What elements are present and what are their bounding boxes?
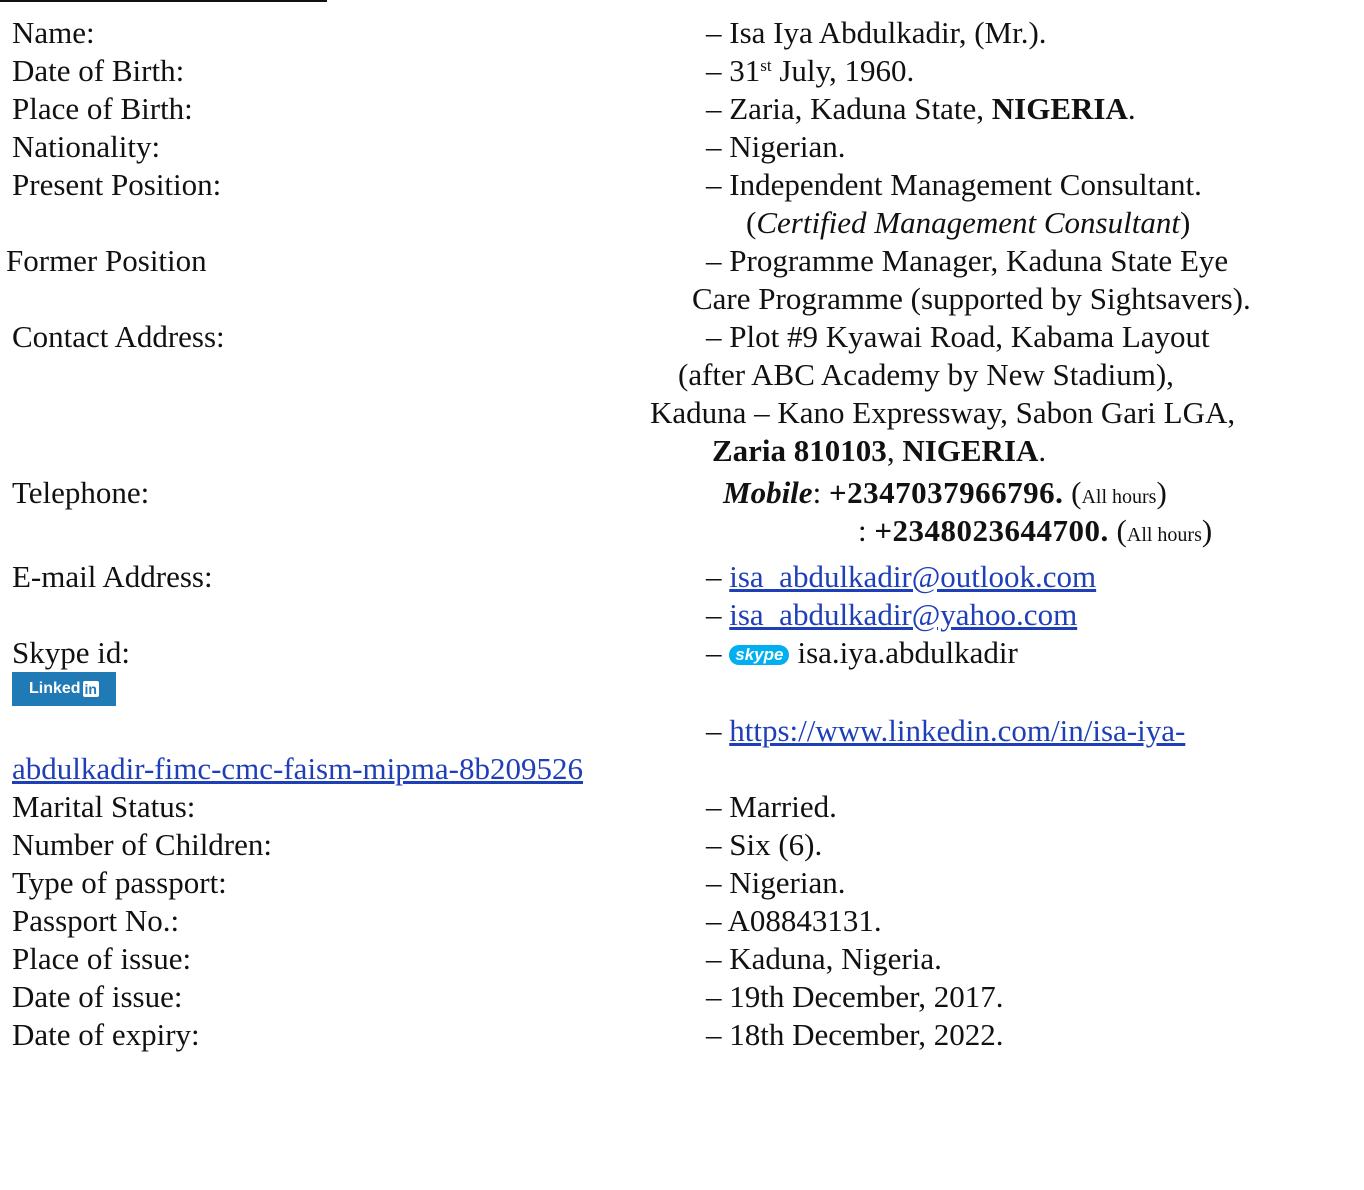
dash: – (706, 559, 722, 594)
dash: – (706, 903, 722, 938)
skype-label: Skype id: (12, 635, 130, 670)
dash: – (706, 15, 722, 50)
dob-value: – 31st July, 1960. (706, 52, 914, 89)
address-country: NIGERIA (902, 433, 1039, 468)
linkedin-in-box: in (82, 681, 99, 697)
address-line4: Zaria 810103, NIGERIA. (712, 433, 1047, 468)
name-label: Name: (12, 15, 95, 50)
issue-date-value: – 19th December, 2017. (706, 978, 1003, 1015)
dash: – (706, 1017, 722, 1052)
dash: – (706, 53, 722, 88)
linkedin-value: – https://www.linkedin.com/in/isa-iya- (706, 712, 1185, 749)
dash: – (706, 827, 722, 862)
present-position-text: Independent Management Consultant. (729, 167, 1202, 202)
issue-date-text: 19th December, 2017. (729, 979, 1004, 1014)
issue-place-value: – Kaduna, Nigeria. (706, 940, 942, 977)
dob-label: Date of Birth: (12, 53, 185, 88)
skype-id: isa.iya.abdulkadir (797, 635, 1018, 670)
pob-country: NIGERIA (991, 91, 1128, 126)
pob-text: Zaria, Kaduna State, (729, 91, 992, 126)
expiry-date-label: Date of expiry: (12, 1017, 200, 1052)
passport-type-text: Nigerian. (729, 865, 846, 900)
pob-value: – Zaria, Kaduna State, NIGERIA. (706, 91, 1136, 126)
issue-place-text: Kaduna, Nigeria. (729, 941, 942, 976)
passport-type-label: Type of passport: (12, 865, 227, 900)
dob-suffix: st (760, 56, 772, 75)
linkedin-url-part1[interactable]: https://www.linkedin.com/in/isa-iya- (729, 713, 1185, 748)
address-line2: (after ABC Academy by New Stadium), (678, 357, 1174, 392)
passport-no-text: A08843131. (727, 903, 882, 938)
skype-value: – skype isa.iya.abdulkadir (706, 634, 1018, 671)
phone-number-1: +2347037966796. (828, 475, 1064, 510)
dash: – (706, 319, 722, 354)
issue-date-label: Date of issue: (12, 979, 183, 1014)
email-link-outlook[interactable]: isa_abdulkadir@outlook.com (729, 559, 1096, 594)
name-value: – Isa Iya Abdulkadir, (Mr.). (706, 14, 1047, 51)
marital-value: – Married. (706, 788, 837, 825)
contact-address-label: Contact Address: (12, 319, 225, 354)
pob-label: Place of Birth: (12, 91, 193, 126)
dob-day: 31 (729, 53, 761, 88)
nationality-label: Nationality: (12, 129, 161, 164)
dash: – (706, 243, 722, 278)
dash: – (706, 789, 722, 824)
skype-logo-icon: skype (729, 645, 790, 665)
linkedin-url-continuation: abdulkadir-fimc-cmc-faism-mipma-8b209526 (12, 750, 583, 787)
email-value-1: – isa_abdulkadir@outlook.com (706, 558, 1096, 595)
dash: – (706, 91, 722, 126)
passport-no-value: – A08843131. (706, 902, 882, 939)
nationality-text: Nigerian. (729, 129, 846, 164)
telephone-label: Telephone: (12, 475, 150, 510)
children-label: Number of Children: (12, 827, 273, 862)
telephone-mobile: Mobile: +2347037966796. (All hours) (723, 475, 1167, 510)
dash: – (706, 941, 722, 976)
linkedin-logo-icon: Linked in (12, 672, 116, 706)
address-line1-text: Plot #9 Kyawai Road, Kabama Layout (729, 319, 1210, 354)
former-position-label: Former Position (6, 243, 207, 278)
children-text: Six (6). (729, 827, 823, 862)
phone1-hours: All hours (1081, 486, 1157, 508)
passport-type-value: – Nigerian. (706, 864, 845, 901)
dash: – (706, 129, 722, 164)
former-position-line2: Care Programme (supported by Sightsavers… (692, 281, 1251, 316)
linkedin-logo-text: Linked (28, 680, 81, 697)
dash: – (706, 979, 722, 1014)
name-text: Isa Iya Abdulkadir, (Mr.). (729, 15, 1047, 50)
address-line3: Kaduna – Kano Expressway, Sabon Gari LGA… (650, 395, 1236, 430)
dash: – (706, 167, 722, 202)
linkedin-url-part2[interactable]: abdulkadir-fimc-cmc-faism-mipma-8b209526 (12, 751, 583, 786)
expiry-date-text: 18th December, 2022. (729, 1017, 1004, 1052)
mobile-label: Mobile (723, 475, 813, 510)
present-position-value: – Independent Management Consultant. (706, 166, 1202, 203)
present-position-note: (Certified Management Consultant) (746, 205, 1191, 240)
nationality-value: – Nigerian. (706, 128, 845, 165)
phone-number-2: +2348023644700. (874, 513, 1109, 548)
former-position-value: – Programme Manager, Kaduna State Eye (706, 242, 1228, 279)
email-link-yahoo[interactable]: isa_abdulkadir@yahoo.com (729, 597, 1077, 632)
passport-no-label: Passport No.: (12, 903, 180, 938)
certified-note: Certified Management Consultant (756, 205, 1180, 240)
dash: – (706, 597, 722, 632)
telephone-second: : +2348023644700. (All hours) (858, 513, 1213, 548)
issue-place-label: Place of issue: (12, 941, 192, 976)
marital-label: Marital Status: (12, 789, 196, 824)
email-label: E-mail Address: (12, 559, 213, 594)
dash: – (706, 635, 722, 670)
former-position-line1: Programme Manager, Kaduna State Eye (729, 243, 1229, 278)
present-position-label: Present Position: (12, 167, 222, 202)
children-value: – Six (6). (706, 826, 822, 863)
dob-rest: July, 1960. (771, 53, 915, 88)
dash: – (706, 865, 722, 900)
address-line1: – Plot #9 Kyawai Road, Kabama Layout (706, 318, 1210, 355)
phone2-hours: All hours (1126, 524, 1202, 546)
email-value-2: – isa_abdulkadir@yahoo.com (706, 596, 1077, 633)
dash: – (706, 713, 722, 748)
expiry-date-value: – 18th December, 2022. (706, 1016, 1003, 1053)
address-city: Zaria 810103 (712, 433, 887, 468)
marital-text: Married. (729, 789, 837, 824)
top-rule (0, 0, 327, 2)
